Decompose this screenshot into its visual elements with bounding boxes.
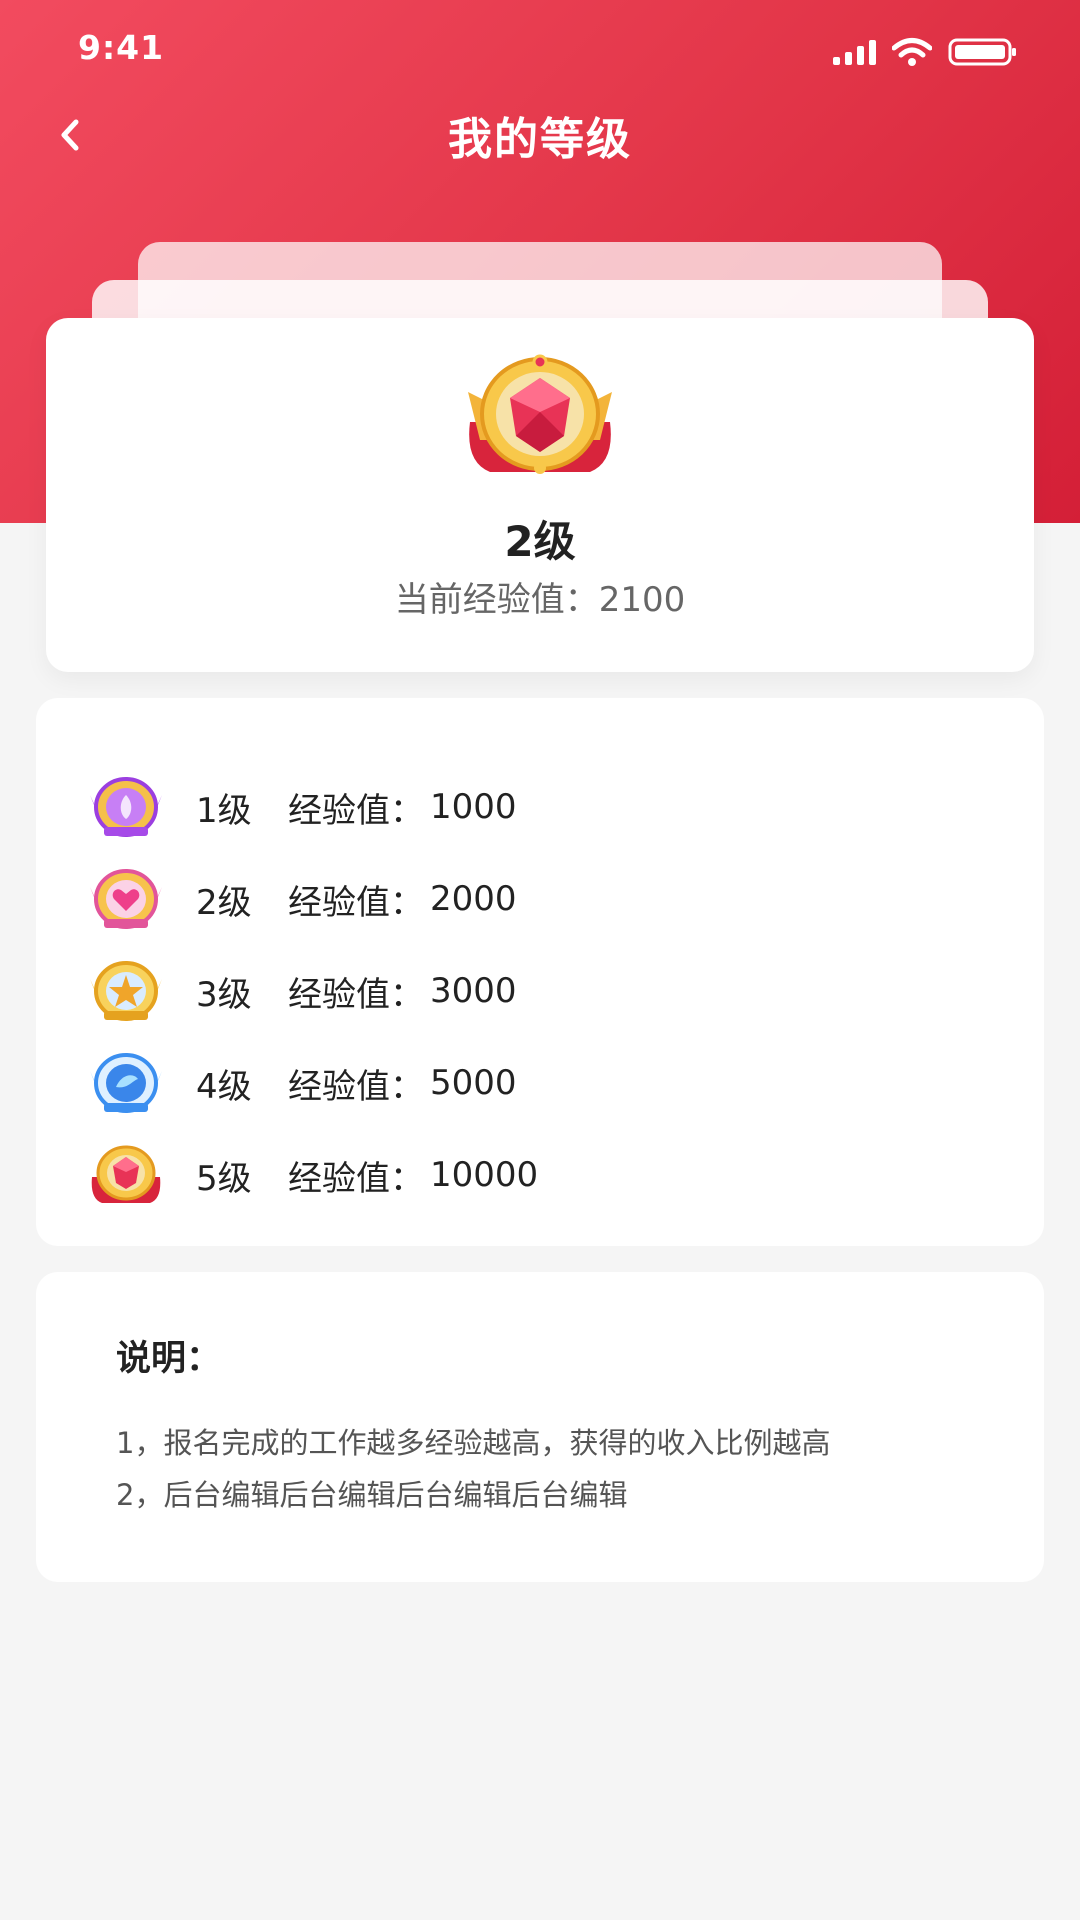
level-row: 5级 经验值： 10000 bbox=[88, 1138, 988, 1212]
exp-value: 2000 bbox=[430, 879, 517, 919]
level-name: 3级 bbox=[196, 974, 252, 1015]
level-row: 2级 经验值： 2000 bbox=[88, 862, 988, 936]
exp-value: 5000 bbox=[430, 1063, 517, 1103]
description-line: 1，报名完成的工作越多经验越高，获得的收入比例越高 bbox=[116, 1426, 831, 1460]
red-gem-badge-icon bbox=[91, 1145, 161, 1203]
status-bar: 9:41 bbox=[0, 0, 1080, 100]
status-time: 9:41 bbox=[78, 28, 165, 67]
exp-value: 10000 bbox=[430, 1155, 539, 1195]
exp-label: 经验值： bbox=[288, 1066, 424, 1107]
level-name: 4级 bbox=[196, 1066, 252, 1107]
current-exp: 当前经验值：2100 bbox=[46, 572, 1034, 621]
nav-bar: 我的等级 bbox=[0, 95, 1080, 175]
exp-label: 经验值： bbox=[288, 790, 424, 831]
battery-icon bbox=[948, 38, 1016, 66]
level-row: 1级 经验值： 1000 bbox=[88, 770, 988, 844]
description-line: 2，后台编辑后台编辑后台编辑后台编辑 bbox=[116, 1478, 628, 1512]
level-row: 3级 经验值： 3000 bbox=[88, 954, 988, 1028]
red-gem-badge-icon bbox=[468, 354, 612, 474]
level-row: 4级 经验值： 5000 bbox=[88, 1046, 988, 1120]
level-name: 2级 bbox=[196, 882, 252, 923]
exp-label: 经验值： bbox=[288, 974, 424, 1015]
status-icons bbox=[833, 36, 1018, 68]
purple-badge-icon bbox=[90, 777, 162, 837]
page-title: 我的等级 bbox=[448, 114, 632, 165]
exp-label: 经验值： bbox=[288, 1158, 424, 1199]
exp-value: 3000 bbox=[430, 971, 517, 1011]
current-exp-value: 2100 bbox=[598, 580, 686, 620]
level-name: 1级 bbox=[196, 790, 252, 831]
description-title: 说明： bbox=[116, 1339, 222, 1379]
exp-label: 经验值： bbox=[288, 882, 424, 923]
pink-heart-badge-icon bbox=[90, 869, 162, 929]
gold-star-badge-icon bbox=[90, 961, 162, 1021]
current-level-card: 2级 当前经验值：2100 bbox=[46, 318, 1034, 672]
description-card: 说明： 1，报名完成的工作越多经验越高，获得的收入比例越高 2，后台编辑后台编辑… bbox=[36, 1272, 1044, 1582]
current-level: 2级 bbox=[504, 517, 576, 566]
level-name: 5级 bbox=[196, 1158, 252, 1199]
cellular-signal-icon bbox=[833, 39, 876, 65]
exp-value: 1000 bbox=[430, 787, 517, 827]
wifi-icon bbox=[892, 38, 932, 66]
current-exp-label: 当前经验值： bbox=[394, 580, 599, 620]
blue-crystal-badge-icon bbox=[90, 1053, 162, 1113]
level-list-card: 1级 经验值： 1000 2级 经验值： 2000 3级 经验值： 3000 4… bbox=[36, 698, 1044, 1246]
